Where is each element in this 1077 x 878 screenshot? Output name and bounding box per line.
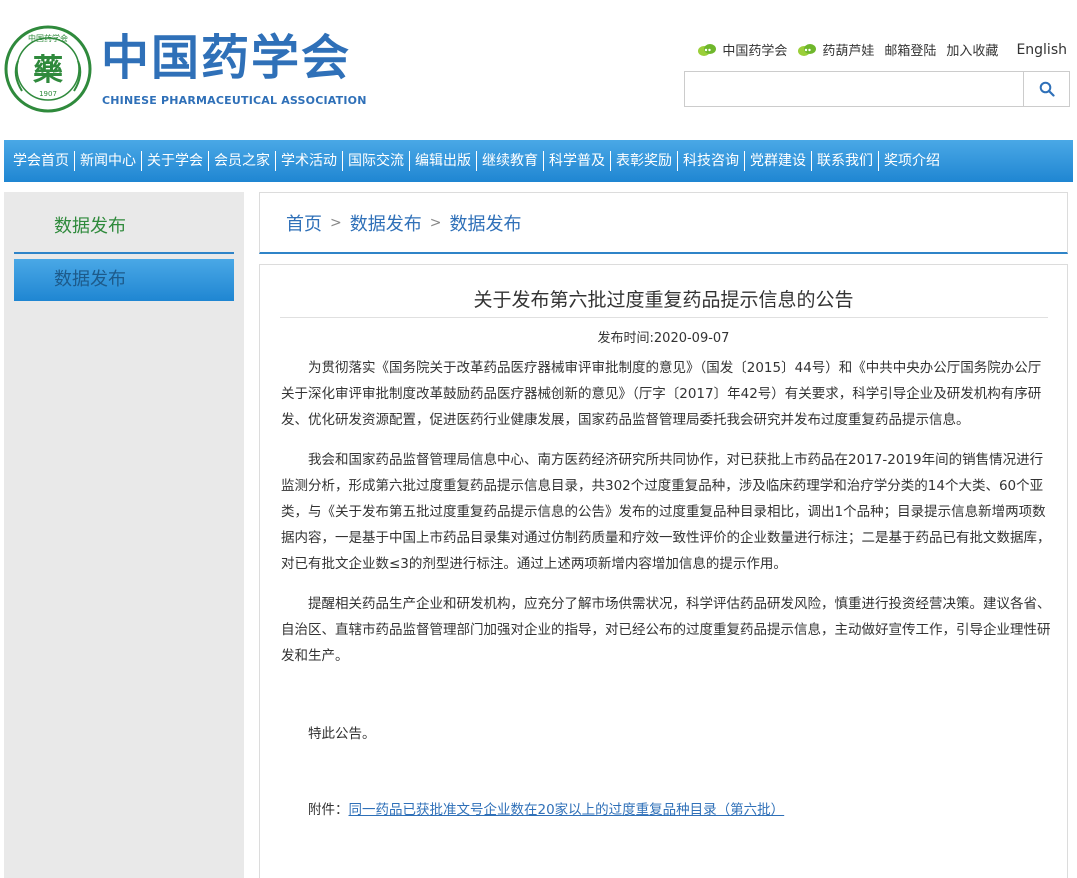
nav-item-home[interactable]: 学会首页 [4, 151, 74, 171]
leaf-icon [698, 43, 717, 56]
nav-item-education[interactable]: 继续教育 [476, 151, 543, 171]
nav-item-contact[interactable]: 联系我们 [811, 151, 878, 171]
article-title: 关于发布第六批过度重复药品提示信息的公告 [473, 289, 854, 311]
article-body: 为贯彻落实《国务院关于改革药品医疗器械审评审批制度的意见》（国发〔2015〕44… [281, 355, 1051, 837]
emblem-year: 1907 [39, 90, 57, 98]
article-paragraph: 提醒相关药品生产企业和研发机构，应充分了解市场供需状况，科学评估药品研发风险，慎… [281, 596, 1051, 664]
site-logo-cn[interactable]: 中国药学会 [101, 28, 351, 88]
sidebar-divider [14, 252, 234, 254]
nav-item-academic[interactable]: 学术活动 [275, 151, 342, 171]
attachment-label: 附件： [308, 802, 349, 818]
sidebar-item-data-release[interactable]: 数据发布 [14, 259, 234, 301]
toplink-mascot-label: 药葫芦娃 [822, 44, 875, 59]
site-logo-en: CHINESE PHARMACEUTICAL ASSOCIATION [102, 94, 367, 107]
breadcrumb: 首页 > 数据发布 > 数据发布 [259, 192, 1068, 254]
emblem-center-char: 藥 [33, 53, 63, 88]
article-date-label: 发布时间: [597, 331, 654, 346]
top-links: 中国药学会 药葫芦娃 邮箱登陆 加入收藏 English [687, 40, 1067, 59]
nav-item-international[interactable]: 国际交流 [342, 151, 409, 171]
breadcrumb-home[interactable]: 首页 [286, 210, 322, 236]
main-nav: 学会首页 新闻中心 关于学会 会员之家 学术活动 国际交流 编辑出版 继续教育 … [4, 140, 1073, 182]
toplink-cpa-label: 中国药学会 [722, 44, 788, 59]
toplink-cpa[interactable]: 中国药学会 [697, 40, 787, 59]
article-date-value: 2020-09-07 [653, 331, 730, 346]
article: 关于发布第六批过度重复药品提示信息的公告 发布时间:2020-09-07 为贯彻… [259, 264, 1068, 878]
site-header: 中国药学会 藥 1907 中国药学会 CHINESE PHARMACEUTICA… [0, 0, 1077, 140]
nav-item-consulting[interactable]: 科技咨询 [677, 151, 744, 171]
breadcrumb-separator: > [429, 214, 442, 231]
nav-item-science[interactable]: 科学普及 [543, 151, 610, 171]
emblem-top-text: 中国药学会 [28, 33, 68, 43]
article-title-divider [280, 317, 1048, 318]
leaf-icon [798, 43, 817, 56]
attachment-link[interactable]: 同一药品已获批准文号企业数在20家以上的过度重复品种目录（第六批） [349, 802, 785, 818]
toplink-mascot[interactable]: 药葫芦娃 [797, 40, 874, 59]
search-icon [1039, 81, 1055, 97]
search-box [684, 71, 1070, 107]
nav-item-publishing[interactable]: 编辑出版 [409, 151, 476, 171]
search-input[interactable] [685, 72, 1023, 106]
sidebar: 数据发布 数据发布 [4, 192, 244, 878]
nav-item-prizes[interactable]: 奖项介绍 [878, 151, 945, 171]
nav-item-awards[interactable]: 表彰奖励 [610, 151, 677, 171]
association-emblem-icon[interactable]: 中国药学会 藥 1907 [4, 25, 92, 113]
toplink-mail[interactable]: 邮箱登陆 [884, 40, 936, 59]
toplink-favorite[interactable]: 加入收藏 [946, 40, 998, 59]
breadcrumb-level1[interactable]: 数据发布 [350, 210, 422, 236]
toplink-english[interactable]: English [1016, 42, 1067, 58]
nav-item-about[interactable]: 关于学会 [141, 151, 208, 171]
article-sign: 特此公告。 [308, 726, 376, 742]
article-attachment: 附件：同一药品已获批准文号企业数在20家以上的过度重复品种目录（第六批） [281, 797, 1051, 823]
article-paragraph: 为贯彻落实《国务院关于改革药品医疗器械审评审批制度的意见》（国发〔2015〕44… [281, 360, 1042, 428]
article-paragraph: 我会和国家药品监督管理局信息中心、南方医药经济研究所共同协作，对已获批上市药品在… [281, 452, 1051, 572]
nav-item-party[interactable]: 党群建设 [744, 151, 811, 171]
nav-item-members[interactable]: 会员之家 [208, 151, 275, 171]
nav-item-news[interactable]: 新闻中心 [74, 151, 141, 171]
search-button[interactable] [1023, 72, 1069, 106]
article-date: 发布时间:2020-09-07 [260, 327, 1067, 346]
sidebar-title: 数据发布 [54, 216, 126, 237]
breadcrumb-level2[interactable]: 数据发布 [449, 210, 521, 236]
breadcrumb-separator: > [330, 214, 342, 231]
